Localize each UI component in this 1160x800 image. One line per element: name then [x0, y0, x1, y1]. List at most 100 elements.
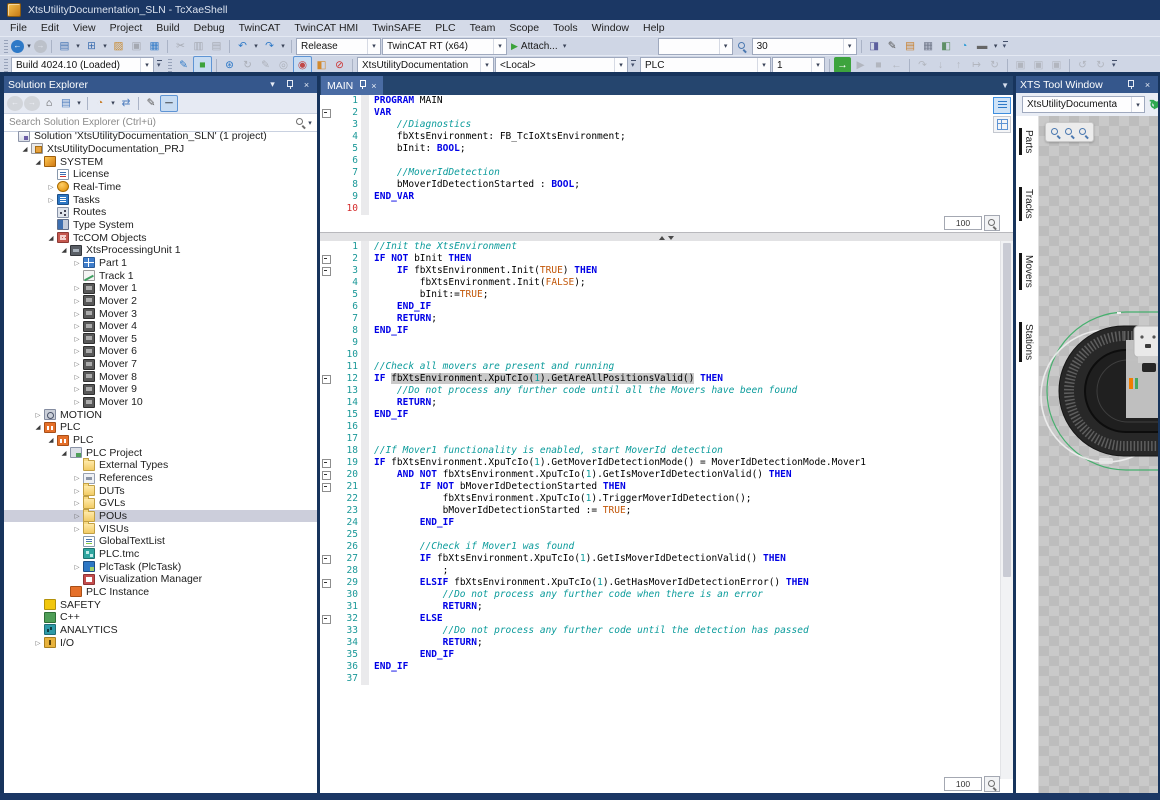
tree-item-gvls[interactable]: GVLs [4, 497, 317, 510]
tree-item-mover-1[interactable]: Mover 1 [4, 282, 317, 295]
implementation-scrollbar[interactable] [1000, 241, 1013, 779]
code-line[interactable]: 5 bInit: BOOL; [320, 143, 1013, 155]
tree-item-plc[interactable]: PLC [4, 421, 317, 434]
tree-item-plc[interactable]: PLC [4, 434, 317, 447]
tree-item-safety[interactable]: SAFETY [4, 598, 317, 611]
collapse-arrow-icon[interactable] [59, 449, 69, 457]
declaration-editor[interactable]: 1PROGRAM MAIN2VAR3 //Diagnostics4 fbXtsE… [320, 95, 1013, 232]
start-plc-icon[interactable]: ▶ [852, 57, 869, 73]
code-line[interactable]: 34 RETURN; [320, 637, 1013, 649]
fold-button[interactable] [320, 373, 332, 385]
add-item-icon-caret-icon[interactable] [101, 39, 109, 53]
active-project-combo[interactable]: XtsUtilityDocumentation [357, 57, 494, 74]
fold-button[interactable] [320, 265, 332, 277]
tree-item-mover-10[interactable]: Mover 10 [4, 396, 317, 409]
tree-item-pous[interactable]: POUs [4, 510, 317, 523]
tree-item-plc-tmc[interactable]: PLC.tmc [4, 548, 317, 561]
open-folder-icon[interactable]: ▨ [110, 38, 127, 54]
zoom-selection-icon[interactable] [1064, 127, 1075, 138]
menu-item-twincat-hmi[interactable]: TwinCAT HMI [287, 21, 365, 35]
code-line[interactable]: 25 [320, 529, 1013, 541]
console-icon[interactable]: ▬ [974, 38, 991, 54]
redo-icon-caret-icon[interactable] [279, 39, 287, 53]
tree-item-visualization-manager[interactable]: Visualization Manager [4, 573, 317, 586]
tree-item-globaltextlist[interactable]: GlobalTextList [4, 535, 317, 548]
menu-item-file[interactable]: File [3, 21, 34, 35]
tree-item-i-o[interactable]: I/O [4, 636, 317, 649]
back-icon-caret-icon[interactable] [25, 39, 33, 53]
cut-icon[interactable]: ✂ [172, 38, 189, 54]
step-into-icon[interactable]: ↓ [932, 57, 949, 73]
tc-settings-icon[interactable]: ⊛ [221, 57, 238, 73]
expand-arrow-icon[interactable] [72, 322, 82, 330]
expand-arrow-icon[interactable] [72, 487, 82, 495]
fold-button[interactable] [320, 553, 332, 565]
code-line[interactable]: 3 //Diagnostics [320, 119, 1013, 131]
menu-item-plc[interactable]: PLC [428, 21, 462, 35]
se-forward-icon[interactable]: → [24, 96, 40, 111]
code-line[interactable]: 36END_IF [320, 661, 1013, 673]
project-compare-icon[interactable]: ✎ [175, 57, 192, 73]
code-line[interactable]: 20 AND NOT fbXtsEnvironment.XpuTcIo(1).G… [320, 469, 1013, 481]
expand-arrow-icon[interactable] [33, 639, 43, 647]
tree-item-duts[interactable]: DUTs [4, 484, 317, 497]
code-line[interactable]: 29 ELSIF fbXtsEnvironment.XpuTcIo(1).Get… [320, 577, 1013, 589]
search-options-caret-icon[interactable] [306, 116, 314, 130]
toolbar-grip[interactable] [168, 59, 172, 72]
tree-item-references[interactable]: References [4, 472, 317, 485]
code-line[interactable]: 24 END_IF [320, 517, 1013, 529]
tree-item-mover-3[interactable]: Mover 3 [4, 307, 317, 320]
tc-restart-config-icon[interactable]: ◧ [313, 57, 330, 73]
expand-arrow-icon[interactable] [72, 360, 82, 368]
solution-configurations-combo[interactable]: Release [296, 38, 381, 55]
scrollbar-thumb[interactable] [1003, 243, 1011, 577]
expand-arrow-icon[interactable] [33, 411, 43, 419]
undo-icon-caret-icon[interactable] [252, 39, 260, 53]
menu-item-build[interactable]: Build [149, 21, 186, 35]
se-pending-changes-icon[interactable]: ◔ [92, 96, 108, 111]
menu-item-tools[interactable]: Tools [546, 21, 585, 35]
tree-item-real-time[interactable]: Real-Time [4, 181, 317, 194]
build-version-combo[interactable]: Build 4024.10 (Loaded) [11, 57, 154, 74]
search-scope-combo[interactable]: 30 [752, 38, 857, 55]
search-icon[interactable] [295, 117, 306, 128]
code-line[interactable]: 23 bMoverIdDetectionStarted := TRUE; [320, 505, 1013, 517]
xts-tab-movers[interactable]: Movers [1019, 253, 1035, 290]
fold-button[interactable] [320, 457, 332, 469]
search-input[interactable] [7, 116, 295, 129]
expand-arrow-icon[interactable] [72, 335, 82, 343]
redo-icon[interactable]: ↷ [261, 38, 278, 54]
save-icon[interactable]: ▣ [128, 38, 145, 54]
pin-icon[interactable] [283, 78, 296, 91]
code-line[interactable]: 35 END_IF [320, 649, 1013, 661]
force-values-icon[interactable]: ▣ [1030, 57, 1047, 73]
expand-arrow-icon[interactable] [72, 512, 82, 520]
copy-icon[interactable]: ▥ [190, 38, 207, 54]
toolbar-grip[interactable] [4, 59, 8, 72]
code-line[interactable]: 26 //Check if Mover1 was found [320, 541, 1013, 553]
new-project-icon[interactable]: ▤ [56, 38, 73, 54]
code-line[interactable]: 31 RETURN; [320, 601, 1013, 613]
target-system-combo[interactable]: <Local> [495, 57, 628, 74]
code-line[interactable]: 6 END_IF [320, 301, 1013, 313]
code-line[interactable]: 10 [320, 203, 1013, 215]
code-line[interactable]: 12IF fbXtsEnvironment.XpuTcIo(1).GetAreA… [320, 373, 1013, 385]
xts-tab-parts[interactable]: Parts [1019, 128, 1035, 155]
tree-item-c[interactable]: C++ [4, 611, 317, 624]
se-home-icon[interactable]: ⌂ [41, 96, 57, 111]
xts-tab-stations[interactable]: Stations [1019, 322, 1035, 362]
tab-pin-icon[interactable] [358, 79, 366, 93]
toolbar-grip[interactable] [4, 40, 8, 53]
tree-item-mover-5[interactable]: Mover 5 [4, 333, 317, 346]
code-line[interactable]: 19IF fbXtsEnvironment.XpuTcIo(1).GetMove… [320, 457, 1013, 469]
xts-header[interactable]: XTS Tool Window × [1016, 76, 1158, 93]
close-icon[interactable]: × [1141, 78, 1154, 91]
code-line[interactable]: 2VAR [320, 107, 1013, 119]
tree-item-plc-project[interactable]: PLC Project [4, 446, 317, 459]
collapse-arrow-icon[interactable] [20, 145, 30, 153]
xts-start-icon[interactable]: ▶ [1154, 97, 1158, 111]
tree-item-analytics[interactable]: ANALYTICS [4, 624, 317, 637]
code-line[interactable]: 9 [320, 337, 1013, 349]
tree-item-part-1[interactable]: Part 1 [4, 257, 317, 270]
collapse-arrow-icon[interactable] [59, 246, 69, 254]
